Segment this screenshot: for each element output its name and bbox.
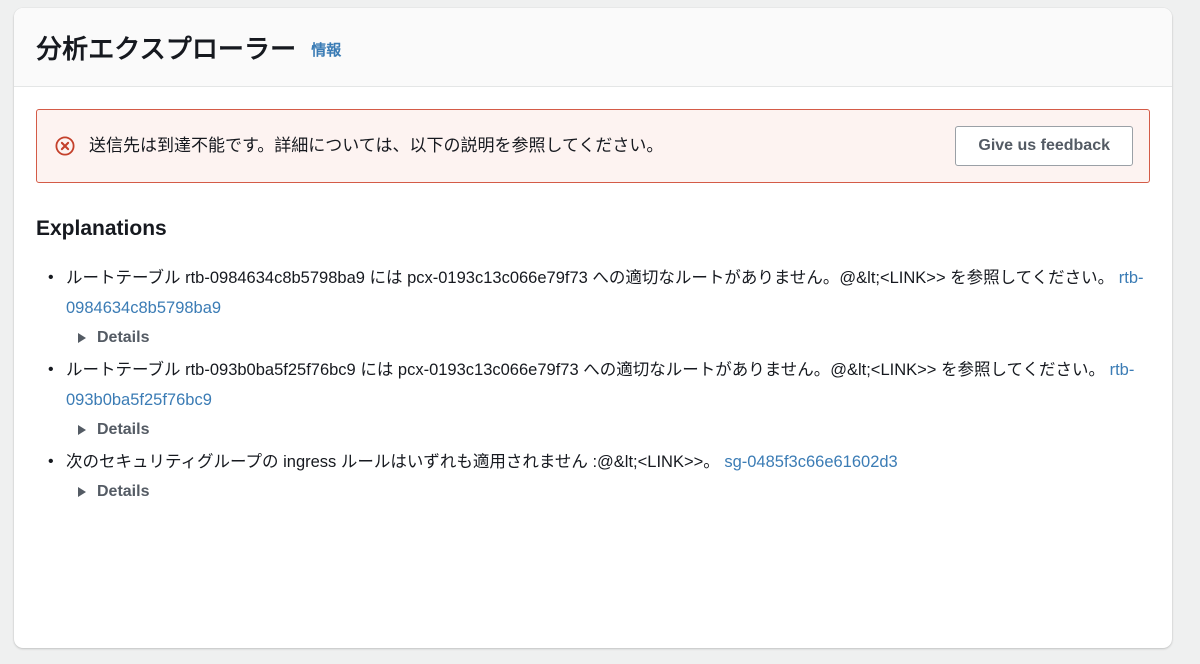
card-header: 分析エクスプローラー 情報 [14,8,1172,87]
details-label: Details [97,329,150,346]
list-item: ルートテーブル rtb-0984634c8b5798ba9 には pcx-019… [36,263,1150,347]
list-item: 次のセキュリティグループの ingress ルールはいずれも適用されません :@… [36,447,1150,501]
alert-message: 送信先は到達不能です。詳細については、以下の説明を参照してください。 [89,136,664,156]
error-circle-x-icon [55,136,75,156]
details-toggle[interactable]: Details [78,329,149,347]
details-label: Details [97,483,150,500]
list-item: ルートテーブル rtb-093b0ba5f25f76bc9 には pcx-019… [36,355,1150,439]
card-body: 送信先は到達不能です。詳細については、以下の説明を参照してください。 Give … [14,87,1172,501]
details-label: Details [97,421,150,438]
details-toggle[interactable]: Details [78,421,149,439]
info-link[interactable]: 情報 [311,39,341,60]
error-alert-banner: 送信先は到達不能です。詳細については、以下の説明を参照してください。 Give … [36,109,1150,183]
explanation-text: ルートテーブル rtb-093b0ba5f25f76bc9 には pcx-019… [36,355,1150,415]
explanation-text: 次のセキュリティグループの ingress ルールはいずれも適用されません :@… [36,447,1150,477]
explanation-body: ルートテーブル rtb-0984634c8b5798ba9 には pcx-019… [66,269,1119,287]
explanations-list: ルートテーブル rtb-0984634c8b5798ba9 には pcx-019… [36,263,1150,501]
explanation-body: ルートテーブル rtb-093b0ba5f25f76bc9 には pcx-019… [66,361,1110,379]
page-title: 分析エクスプローラー [36,33,297,64]
explanation-body: 次のセキュリティグループの ingress ルールはいずれも適用されません :@… [66,453,725,471]
explanation-text: ルートテーブル rtb-0984634c8b5798ba9 には pcx-019… [36,263,1150,323]
give-us-feedback-button[interactable]: Give us feedback [955,126,1133,166]
details-toggle[interactable]: Details [78,483,149,501]
chevron-right-icon [78,425,86,435]
analysis-explorer-card: 分析エクスプローラー 情報 送信先は到達不能です。詳細については、以下の説明を参… [14,8,1172,648]
resource-link[interactable]: sg-0485f3c66e61602d3 [724,453,897,471]
chevron-right-icon [78,487,86,497]
chevron-right-icon [78,333,86,343]
explanations-heading: Explanations [36,217,167,240]
